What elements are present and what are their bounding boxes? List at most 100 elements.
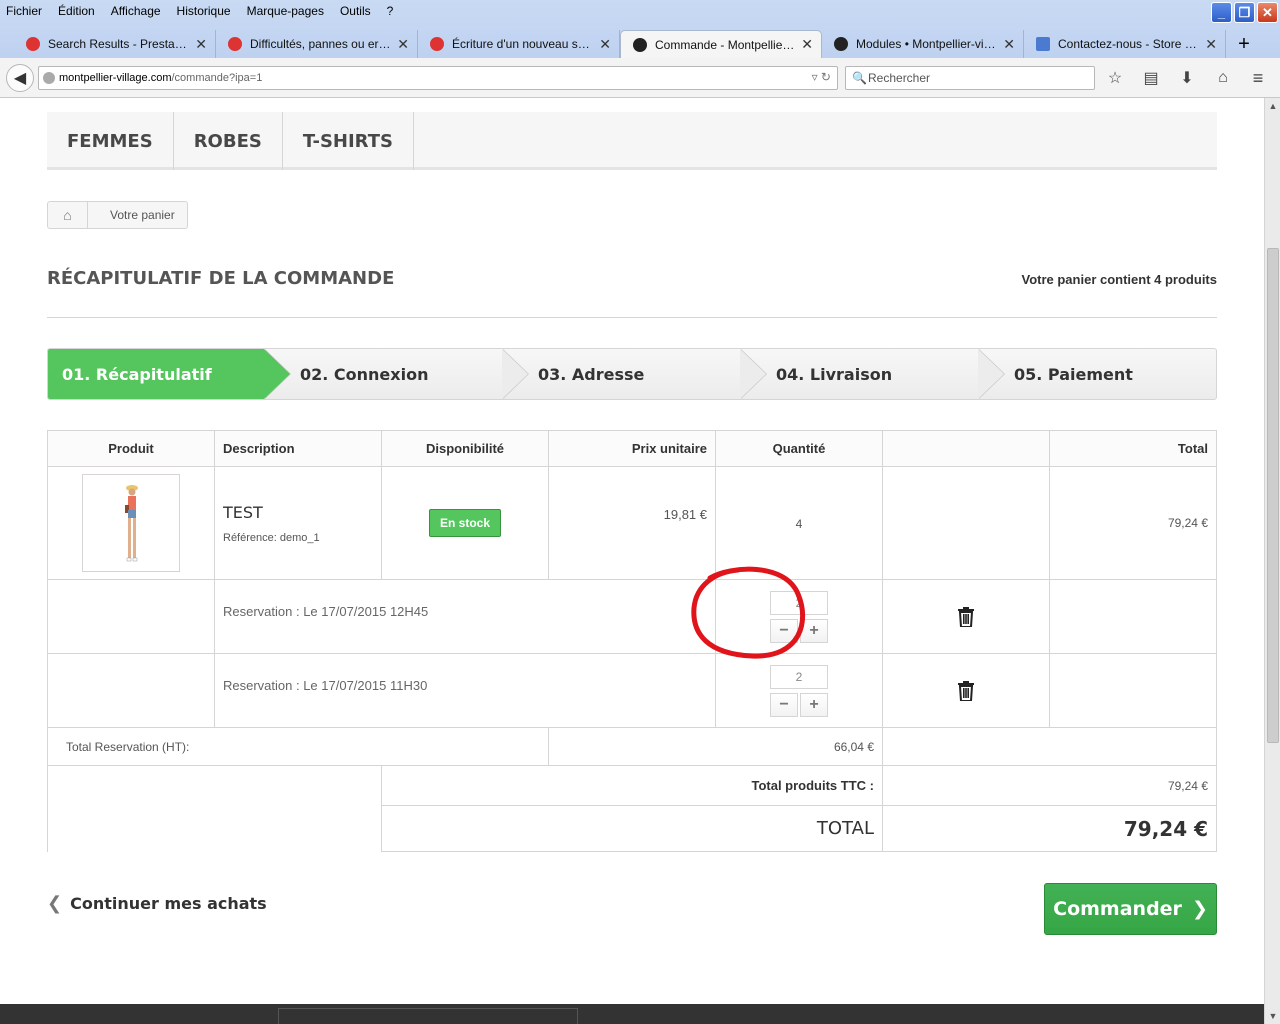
tab-favicon-icon: [430, 37, 444, 51]
breadcrumb: ⌂ Votre panier: [47, 201, 188, 229]
step-livraison[interactable]: 04. Livraison: [740, 349, 1005, 399]
availability-badge: En stock: [428, 509, 501, 537]
search-icon: 🔍: [852, 71, 867, 85]
reservation-label: Reservation : Le 17/07/2015 11H30: [214, 653, 716, 728]
delete-button[interactable]: [883, 606, 1049, 627]
browser-tab[interactable]: Difficultés, pannes ou erreu... ✕: [216, 30, 418, 58]
tab-close-icon[interactable]: ✕: [397, 36, 409, 53]
header-availability: Disponibilité: [381, 430, 549, 467]
home-icon[interactable]: ⌂: [1212, 66, 1234, 90]
vertical-scrollbar[interactable]: ▲ ▼: [1264, 98, 1280, 1024]
browser-tab-active[interactable]: Commande - Montpellier-vill... ✕: [620, 30, 822, 58]
back-button[interactable]: ◀: [6, 64, 34, 92]
url-host: montpellier-village.com: [59, 72, 172, 84]
tab-favicon-icon: [228, 37, 242, 51]
step-connexion[interactable]: 02. Connexion: [264, 349, 529, 399]
cart-header-row: Produit Description Disponibilité Prix u…: [47, 430, 1217, 467]
browser-tab[interactable]: Contactez-nous - Store Opart ✕: [1024, 30, 1226, 58]
menu-edition[interactable]: Édition: [58, 4, 95, 18]
url-bar[interactable]: montpellier-village.com/commande?ipa=1 ▿…: [38, 66, 838, 90]
download-icon[interactable]: ⬇: [1176, 66, 1198, 90]
minimize-button[interactable]: _: [1211, 2, 1232, 23]
header-total: Total: [1049, 430, 1217, 467]
product-image[interactable]: [82, 474, 180, 572]
quantity-input[interactable]: 2: [770, 590, 828, 615]
step-recapitulatif[interactable]: 01. Récapitulatif: [48, 349, 291, 399]
tab-close-icon[interactable]: ✕: [195, 36, 207, 53]
tab-close-icon[interactable]: ✕: [801, 36, 813, 53]
page-title: Récapitulatif de la commande: [47, 268, 395, 289]
product-model-image: [125, 485, 138, 562]
menu-historique[interactable]: Historique: [177, 4, 231, 18]
step-paiement[interactable]: 05. Paiement: [978, 349, 1216, 399]
quantity-decrease-button[interactable]: −: [770, 692, 798, 717]
cart-count: Votre panier contient 4 produits: [1021, 272, 1217, 287]
browser-tab[interactable]: Écriture d'un nouveau sujet ... ✕: [418, 30, 620, 58]
search-placeholder: Rechercher: [868, 71, 931, 85]
scroll-down-icon[interactable]: ▼: [1265, 1008, 1280, 1024]
product-reference: Référence: demo_1: [223, 531, 320, 544]
table-row: TEST Référence: demo_1 En stock 19,81 € …: [47, 466, 1217, 580]
tab-favicon-icon: [26, 37, 40, 51]
globe-icon: [43, 72, 55, 84]
header-product: Produit: [47, 430, 215, 467]
menu-outils[interactable]: Outils: [340, 4, 371, 18]
total-label: TOTAL: [381, 805, 883, 852]
header-delete: [882, 430, 1050, 467]
reading-list-icon[interactable]: ▤: [1140, 66, 1162, 90]
url-path: /commande?ipa=1: [171, 72, 263, 84]
menu-item-femmes[interactable]: Femmes: [47, 112, 174, 170]
step-label: 03. Adresse: [538, 364, 645, 384]
menu-item-robes[interactable]: Robes: [174, 112, 283, 170]
chevron-right-icon: ❯: [1191, 898, 1208, 920]
checkout-steps: 01. Récapitulatif 02. Connexion 03. Adre…: [47, 348, 1217, 400]
restore-button[interactable]: ❐: [1234, 2, 1255, 23]
trash-icon: [958, 606, 974, 627]
browser-chrome: Fichier Édition Affichage Historique Mar…: [0, 0, 1280, 98]
total-reservation-value: 66,04 €: [548, 727, 883, 766]
quantity-decrease-button[interactable]: −: [770, 618, 798, 643]
tab-title: Search Results - PrestaShop: [48, 37, 190, 51]
tab-close-icon[interactable]: ✕: [1003, 36, 1015, 53]
navigation-bar: ◀ montpellier-village.com/commande?ipa=1…: [0, 58, 1280, 98]
menu-help[interactable]: ?: [387, 4, 394, 18]
menu-item-tshirts[interactable]: T-shirts: [283, 112, 414, 170]
scroll-up-icon[interactable]: ▲: [1265, 98, 1280, 114]
scrollbar-thumb[interactable]: [1267, 248, 1279, 743]
tab-favicon-icon: [1036, 37, 1050, 51]
reservation-label: Reservation : Le 17/07/2015 12H45: [214, 579, 716, 654]
quantity-increase-button[interactable]: +: [800, 692, 828, 717]
tab-title: Difficultés, pannes ou erreu...: [250, 37, 392, 51]
reload-icon[interactable]: ▿ ↻: [812, 70, 831, 84]
tab-strip: Search Results - PrestaShop ✕ Difficulté…: [14, 30, 1258, 58]
continue-shopping-link[interactable]: ❮ Continuer mes achats: [47, 893, 267, 914]
step-label: 02. Connexion: [300, 364, 429, 384]
search-input[interactable]: 🔍 Rechercher: [845, 66, 1095, 90]
total-reservation-label: Total Reservation (HT):: [47, 727, 549, 766]
order-button-label: Commander: [1053, 898, 1182, 920]
menu-hamburger-icon[interactable]: ≡: [1246, 66, 1270, 90]
back-arrow-icon: ◀: [13, 70, 27, 87]
header-description: Description: [214, 430, 382, 467]
menu-affichage[interactable]: Affichage: [111, 4, 161, 18]
tab-close-icon[interactable]: ✕: [599, 36, 611, 53]
product-name[interactable]: TEST: [215, 503, 381, 522]
quantity-increase-button[interactable]: +: [800, 618, 828, 643]
order-button[interactable]: Commander ❯: [1044, 883, 1217, 935]
menu-fichier[interactable]: Fichier: [6, 4, 42, 18]
browser-tab[interactable]: Search Results - PrestaShop ✕: [14, 30, 216, 58]
close-window-button[interactable]: ✕: [1257, 2, 1278, 23]
page-viewport: Femmes Robes T-shirts ⌂ Votre panier Réc…: [0, 98, 1264, 1004]
quantity-input[interactable]: 2: [770, 664, 828, 689]
table-row: Reservation : Le 17/07/2015 11H30 2 − +: [47, 653, 1217, 728]
delete-button[interactable]: [883, 680, 1049, 701]
menu-marque-pages[interactable]: Marque-pages: [247, 4, 324, 18]
tab-close-icon[interactable]: ✕: [1205, 36, 1217, 53]
new-tab-button[interactable]: +: [1230, 30, 1258, 58]
bookmark-star-icon[interactable]: ☆: [1104, 66, 1126, 90]
toolbar-icons: ☆ ▤ ⬇ ⌂: [1104, 66, 1234, 90]
home-icon[interactable]: ⌂: [48, 202, 88, 228]
total-products-value: 79,24 €: [882, 765, 1217, 806]
browser-tab[interactable]: Modules • Montpellier-villag... ✕: [822, 30, 1024, 58]
step-adresse[interactable]: 03. Adresse: [502, 349, 767, 399]
